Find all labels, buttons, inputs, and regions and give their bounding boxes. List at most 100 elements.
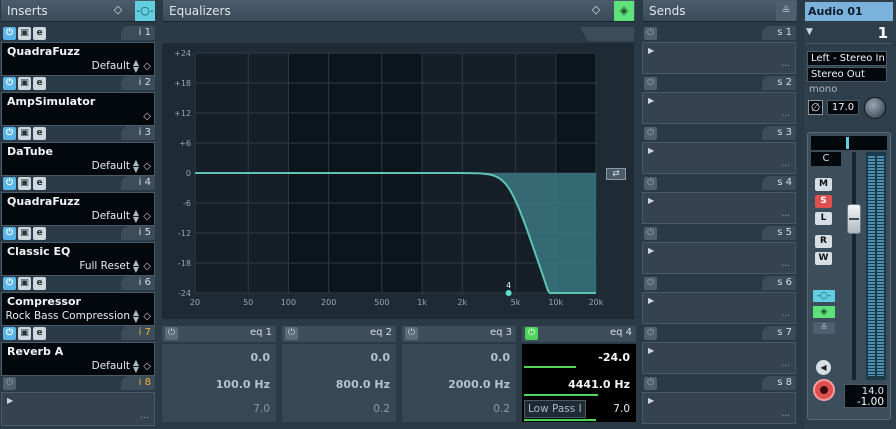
- eq-band-power-icon[interactable]: ⏻: [165, 327, 178, 340]
- solo-button[interactable]: S: [815, 195, 832, 208]
- plugin-name[interactable]: Reverb A: [7, 345, 63, 358]
- preset-diamond-icon[interactable]: ◇: [143, 211, 151, 222]
- power-icon[interactable]: ⏻: [3, 327, 16, 340]
- pan-bar[interactable]: [811, 136, 887, 150]
- insert-slot-body[interactable]: QuadraFuzz Default ▲ ▼ ◇: [1, 42, 155, 76]
- eq-flip-icon[interactable]: ⇄: [606, 168, 626, 180]
- plugin-name[interactable]: QuadraFuzz: [7, 45, 80, 58]
- bypass-icon[interactable]: ▣: [18, 127, 31, 140]
- bypass-icon[interactable]: ▣: [18, 227, 31, 240]
- eq-q[interactable]: 7.0: [253, 403, 270, 415]
- edit-icon[interactable]: e: [33, 177, 46, 190]
- send-slot[interactable]: ⏻ s 2 ▶ ...: [642, 76, 796, 126]
- power-icon[interactable]: ⏻: [644, 227, 657, 240]
- eq-frequency[interactable]: 4441.0 Hz: [568, 378, 630, 391]
- preset-diamond-icon[interactable]: ◇: [143, 111, 151, 122]
- insert-slot-body[interactable]: Reverb A Default ▲ ▼ ◇: [1, 342, 155, 376]
- power-icon[interactable]: ⏻: [3, 27, 16, 40]
- send-slot[interactable]: ⏻ s 5 ▶ ...: [642, 226, 796, 276]
- send-slot[interactable]: ⏻ s 7 ▶ ...: [642, 326, 796, 376]
- eq-band-body[interactable]: 0.0 800.0 Hz 0.2: [282, 344, 396, 422]
- edit-icon[interactable]: e: [33, 77, 46, 90]
- edit-icon[interactable]: e: [33, 27, 46, 40]
- insert-slot-empty[interactable]: ▶ ...: [1, 392, 155, 426]
- power-icon[interactable]: ⏻: [3, 177, 16, 190]
- send-slot[interactable]: ⏻ s 3 ▶ ...: [642, 126, 796, 176]
- plugin-preset[interactable]: Rock Bass Compression: [6, 310, 131, 322]
- power-icon[interactable]: ⏻: [3, 277, 16, 290]
- eq-q[interactable]: 0.2: [493, 403, 510, 415]
- eq-band-4-handle[interactable]: [505, 290, 512, 296]
- filter-type-select[interactable]: Low Pass I: [524, 400, 586, 418]
- plugin-preset[interactable]: Default: [92, 160, 130, 172]
- plugin-preset[interactable]: Default: [92, 360, 130, 372]
- eq-band-body[interactable]: 0.0 100.0 Hz 7.0: [162, 344, 276, 422]
- send-slot-body[interactable]: ▶ ...: [642, 392, 796, 424]
- plugin-name[interactable]: DaTube: [7, 145, 53, 158]
- send-slot-body[interactable]: ▶ ...: [642, 292, 796, 324]
- insert-slot-body[interactable]: DaTube Default ▲ ▼ ◇: [1, 142, 155, 176]
- mute-button[interactable]: M: [815, 178, 832, 191]
- send-slot-body[interactable]: ▶ ...: [642, 192, 796, 224]
- preset-arrows-icon[interactable]: ▲ ▼: [133, 359, 139, 374]
- insert-slot[interactable]: ⏻ ▣ e i 5 Classic EQ Full Reset ▲ ▼ ◇: [1, 226, 155, 276]
- insert-slot[interactable]: ⏻ ▣ e i 1 QuadraFuzz Default ▲ ▼ ◇: [1, 26, 155, 76]
- power-icon[interactable]: ⏻: [3, 77, 16, 90]
- inserts-bypass-toggle-icon[interactable]: -○-: [813, 290, 835, 302]
- power-icon[interactable]: ⏻: [3, 377, 16, 390]
- insert-slot[interactable]: ⏻ ▣ e i 6 Compressor Rock Bass Compression…: [1, 276, 155, 326]
- preset-diamond-icon[interactable]: ◇: [143, 61, 151, 72]
- eq-bypass-toggle-icon[interactable]: ◈: [813, 306, 835, 318]
- insert-slot[interactable]: ⏻ ▣ e i 2 AmpSimulator ◇: [1, 76, 155, 126]
- eq-band-3[interactable]: ⏻ eq 3 0.0 2000.0 Hz 0.2: [402, 326, 516, 422]
- preset-arrows-icon[interactable]: ▲ ▼: [133, 59, 139, 74]
- plugin-name[interactable]: QuadraFuzz: [7, 195, 80, 208]
- eq-band-4[interactable]: ⏻ eq 4 Low Pass I -24.0 4441.0 Hz 7.0: [522, 326, 636, 422]
- send-slot-body[interactable]: ▶ ...: [642, 92, 796, 124]
- pan-knob[interactable]: [864, 97, 886, 119]
- plugin-name[interactable]: AmpSimulator: [7, 95, 95, 108]
- fader-value[interactable]: -1.00: [857, 396, 884, 408]
- preset-diamond-icon[interactable]: ◇: [143, 311, 151, 322]
- eq-frequency[interactable]: 2000.0 Hz: [448, 378, 510, 391]
- send-slot-body[interactable]: ▶ ...: [642, 142, 796, 174]
- insert-slot-body[interactable]: AmpSimulator ◇: [1, 92, 155, 126]
- preset-arrows-icon[interactable]: ▲ ▼: [133, 259, 139, 274]
- eq-gain[interactable]: -24.0: [598, 351, 630, 364]
- power-icon[interactable]: ⏻: [644, 27, 657, 40]
- sends-bypass-button[interactable]: ≗: [776, 1, 796, 21]
- eq-q[interactable]: 7.0: [613, 403, 630, 415]
- filter-type[interactable]: Low Pass I: [528, 403, 582, 415]
- send-slot[interactable]: ⏻ s 4 ▶ ...: [642, 176, 796, 226]
- insert-slot-body[interactable]: Classic EQ Full Reset ▲ ▼ ◇: [1, 242, 155, 276]
- inserts-bypass-button[interactable]: -○-: [135, 1, 155, 21]
- preset-arrows-icon[interactable]: ▲ ▼: [133, 309, 139, 324]
- power-icon[interactable]: ⏻: [644, 177, 657, 190]
- input-routing[interactable]: Left - Stereo In: [807, 51, 887, 66]
- eq-frequency[interactable]: 100.0 Hz: [216, 378, 270, 391]
- power-icon[interactable]: ⏻: [644, 327, 657, 340]
- bypass-icon[interactable]: ▣: [18, 27, 31, 40]
- sends-bypass-toggle-icon[interactable]: ≗: [813, 322, 835, 334]
- preset-arrows-icon[interactable]: ▲ ▼: [133, 159, 139, 174]
- eq-gain[interactable]: 0.0: [251, 351, 271, 364]
- insert-slot-body[interactable]: QuadraFuzz Default ▲ ▼ ◇: [1, 192, 155, 226]
- eq-band-1[interactable]: ⏻ eq 1 0.0 100.0 Hz 7.0: [162, 326, 276, 422]
- plugin-preset[interactable]: Full Reset: [79, 260, 130, 272]
- eq-band-power-icon[interactable]: ⏻: [525, 327, 538, 340]
- preset-diamond-icon[interactable]: ◇: [143, 361, 151, 372]
- mono-toggle[interactable]: mono: [809, 84, 837, 95]
- preset-diamond-icon[interactable]: ◇: [111, 3, 125, 17]
- plugin-name[interactable]: Classic EQ: [7, 245, 70, 258]
- plugin-name[interactable]: Compressor: [7, 295, 81, 308]
- preset-diamond-icon[interactable]: ◇: [143, 261, 151, 272]
- record-enable-icon[interactable]: [813, 379, 835, 401]
- eq-bypass-button[interactable]: ◈: [614, 1, 634, 21]
- eq-curve-display[interactable]: +24 +18 +12 +6 0 -6 -12 -18 -2420 50 100 200 500 1k 2k…: [162, 43, 634, 319]
- channel-dropdown-icon[interactable]: ▼: [806, 27, 813, 37]
- edit-icon[interactable]: e: [33, 277, 46, 290]
- power-icon[interactable]: ⏻: [644, 377, 657, 390]
- eq-band-body[interactable]: Low Pass I -24.0 4441.0 Hz 7.0: [522, 344, 636, 422]
- write-button[interactable]: W: [815, 252, 832, 265]
- power-icon[interactable]: ⏻: [3, 227, 16, 240]
